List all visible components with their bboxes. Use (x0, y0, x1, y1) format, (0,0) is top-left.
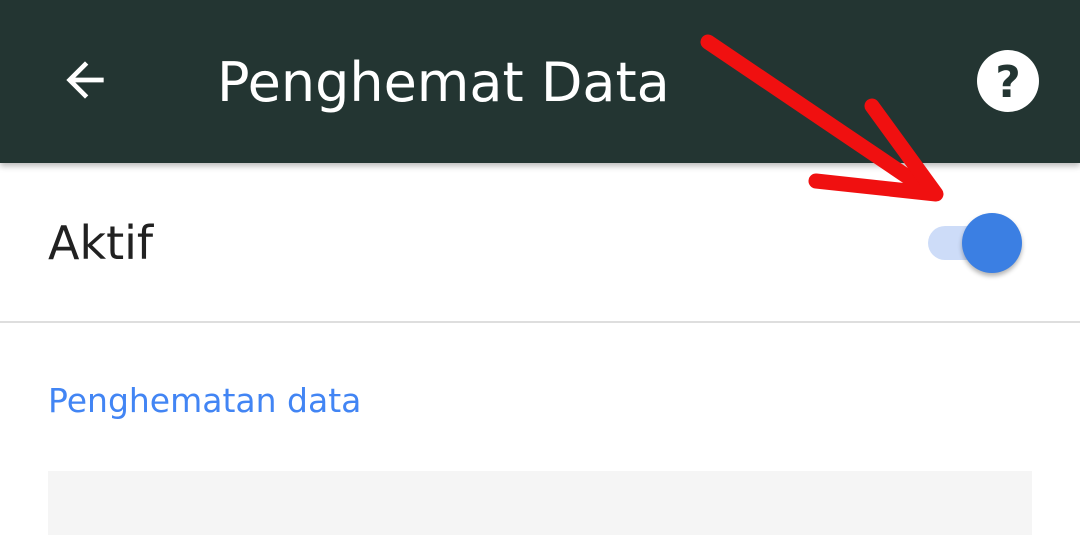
screen: Penghemat Data ? Aktif Penghematan data (0, 0, 1080, 535)
section-header: Penghematan data (48, 381, 362, 420)
active-toggle[interactable] (924, 211, 1024, 275)
help-circle-icon: ? (977, 50, 1039, 112)
toggle-thumb (962, 213, 1022, 273)
active-setting-row[interactable]: Aktif (0, 163, 1080, 323)
app-toolbar: Penghemat Data ? (0, 0, 1080, 163)
active-label: Aktif (48, 216, 154, 270)
help-button[interactable]: ? (975, 48, 1041, 114)
data-savings-card (48, 471, 1032, 535)
page-title: Penghemat Data (217, 51, 670, 114)
arrow-back-icon (66, 61, 104, 99)
svg-text:?: ? (995, 57, 1021, 108)
back-button[interactable] (50, 45, 120, 115)
